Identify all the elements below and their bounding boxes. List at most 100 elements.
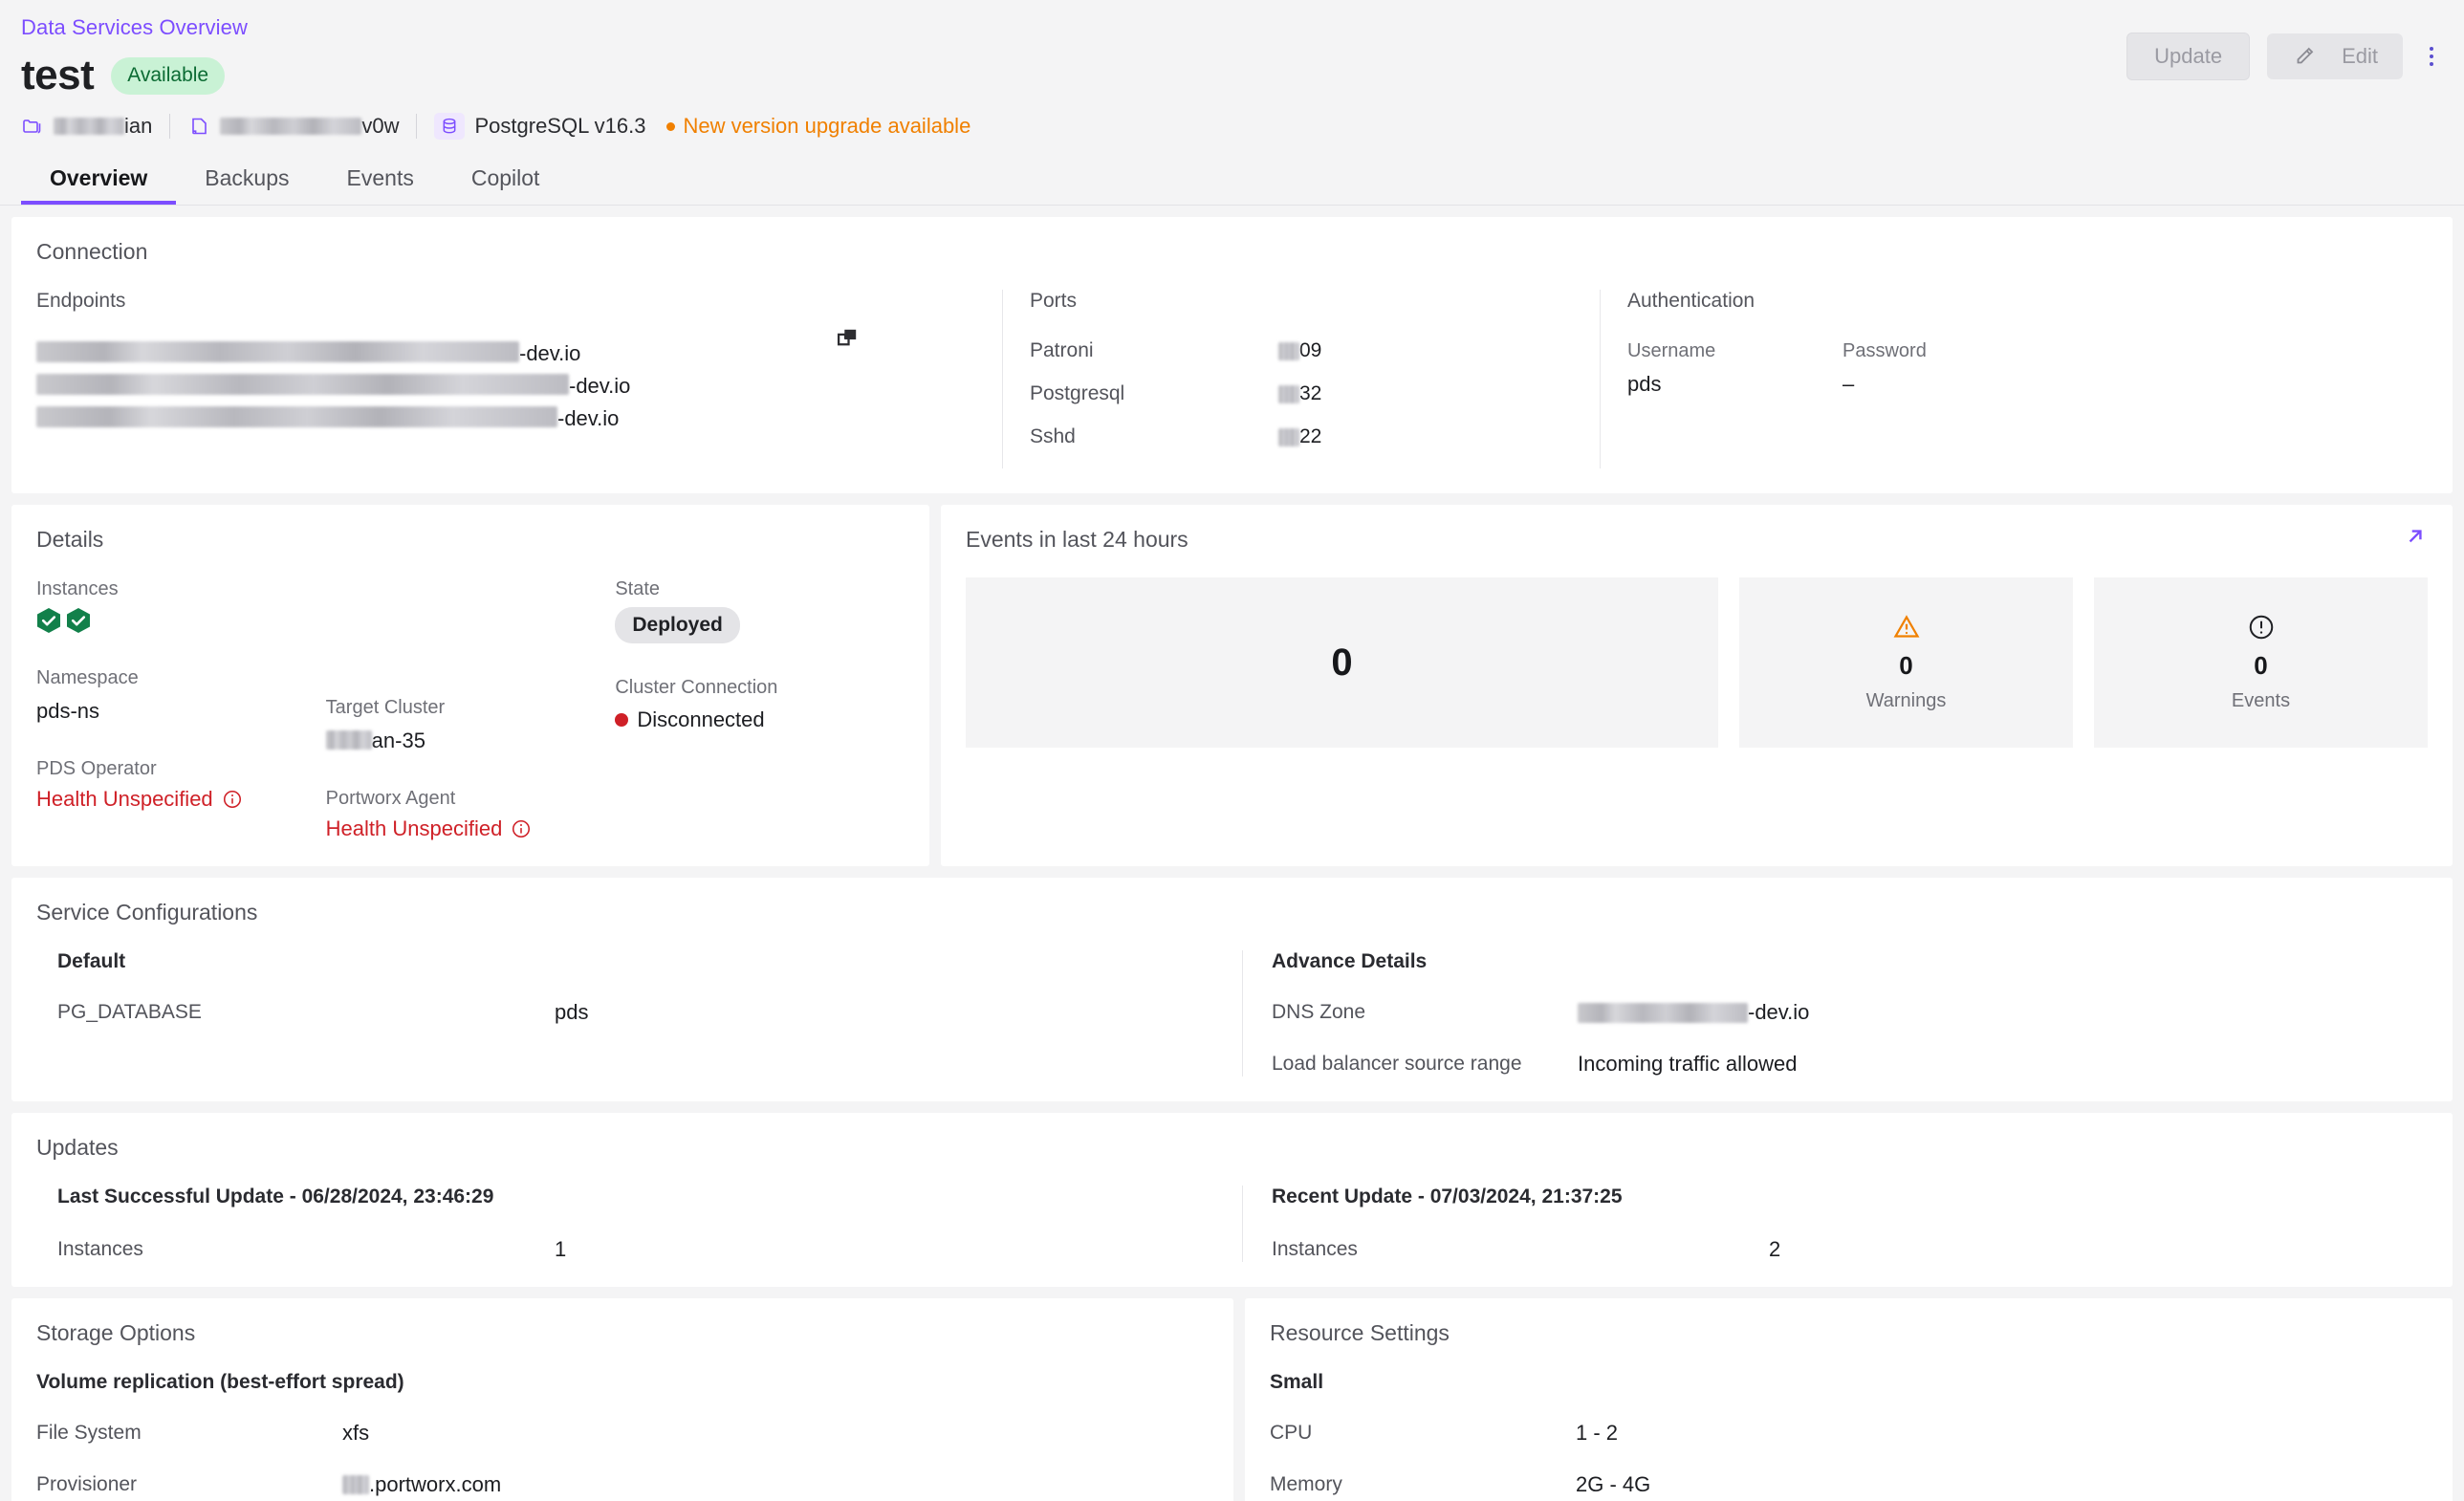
dns-zone-redaction — [1578, 1002, 1748, 1023]
port-value: 22 — [1278, 425, 1321, 448]
upgrade-dot-icon — [666, 121, 676, 131]
tab-copilot[interactable]: Copilot — [443, 155, 569, 205]
events-events-label: Events — [2231, 690, 2291, 711]
portworx-agent-block: Portworx Agent Health Unspecified — [326, 787, 616, 841]
port-row: Sshd 22 — [1030, 425, 1600, 448]
meta-deployment[interactable]: v0w — [187, 114, 399, 139]
config-key: PG_DATABASE — [57, 1001, 202, 1023]
storage-resources-row: Storage Options Volume replication (best… — [11, 1298, 2453, 1501]
port-name: Postgresql — [1030, 382, 1125, 404]
portworx-agent-label: Portworx Agent — [325, 788, 456, 809]
storage-key: File System — [36, 1422, 142, 1444]
endpoint-suffix: -dev.io — [519, 341, 581, 365]
recent-update-label: Recent Update - 07/03/2024, 21:37:25 — [1272, 1186, 1623, 1207]
instance-healthy-icon — [37, 608, 60, 633]
details-title: Details — [36, 527, 104, 552]
meta-divider-2 — [416, 114, 418, 139]
disconnected-dot-icon — [615, 713, 629, 727]
endpoint-suffix: -dev.io — [557, 406, 620, 430]
resource-key: CPU — [1270, 1422, 1313, 1444]
copy-icon — [837, 329, 857, 346]
endpoints-column: Endpoints -dev.io -dev.io -dev.io — [36, 290, 1002, 468]
storage-value: .portworx.com — [342, 1472, 501, 1497]
resource-row: Memory 2G - 4G — [1270, 1472, 2428, 1497]
port-redaction — [1278, 384, 1299, 403]
endpoint-redaction — [36, 406, 557, 427]
dns-zone-label: DNS Zone — [1272, 1001, 1366, 1023]
events-warnings-tile: 0 Warnings — [1739, 577, 2073, 748]
status-badge: Available — [111, 56, 226, 95]
port-value: 09 — [1278, 339, 1321, 362]
dns-zone-value: -dev.io — [1578, 1000, 1809, 1025]
config-row: Load balancer source range Incoming traf… — [1272, 1052, 2428, 1077]
provisioner-suffix: .portworx.com — [369, 1472, 502, 1496]
connection-title: Connection — [36, 239, 148, 264]
tab-backups[interactable]: Backups — [176, 155, 317, 205]
storage-options-title: Storage Options — [36, 1320, 196, 1345]
resource-settings-title: Resource Settings — [1270, 1320, 1450, 1345]
folder-icon — [21, 115, 44, 138]
meta-project[interactable]: ian — [21, 114, 152, 139]
events-warnings-count: 0 — [1899, 651, 1913, 680]
update-key: Instances — [57, 1238, 143, 1260]
open-events-link[interactable] — [2403, 524, 2428, 554]
info-icon — [223, 790, 241, 809]
resource-meta: ian v0w PostgreSQL v16.3 New version upg… — [21, 113, 2443, 140]
events-events-tile: 0 Events — [2094, 577, 2428, 748]
portworx-agent-health: Health Unspecified — [326, 816, 616, 841]
breadcrumb[interactable]: Data Services Overview — [21, 13, 2443, 42]
service-config-default-column: Default PG_DATABASE pds — [36, 950, 1242, 1077]
namespace-label: Namespace — [36, 667, 139, 688]
details-column-3: State Deployed Cluster Connection Discon… — [615, 577, 905, 841]
tab-events[interactable]: Events — [318, 155, 443, 205]
details-events-row: Details Instances Namespace pds-ns PDS O… — [11, 505, 2453, 878]
upgrade-notice[interactable]: New version upgrade available — [666, 114, 970, 139]
storage-options-subtitle: Volume replication (best-effort spread) — [36, 1371, 404, 1393]
update-row: Instances 1 — [57, 1237, 1213, 1262]
port-value: 32 — [1278, 382, 1321, 405]
update-key: Instances — [1272, 1238, 1358, 1260]
state-value: Deployed — [615, 607, 740, 643]
password-value: – — [1843, 372, 1855, 396]
edit-button[interactable]: Edit — [2267, 33, 2403, 79]
instance-health-icons — [36, 607, 326, 634]
config-row: PG_DATABASE pds — [57, 1000, 1213, 1025]
details-card: Details Instances Namespace pds-ns PDS O… — [11, 505, 929, 866]
app-root: Data Services Overview test Available ia… — [0, 0, 2464, 1501]
updates-card: Updates Last Successful Update - 06/28/2… — [11, 1113, 2453, 1287]
storage-options-card: Storage Options Volume replication (best… — [11, 1298, 1233, 1501]
spacer-block — [326, 577, 616, 663]
update-button[interactable]: Update — [2126, 33, 2251, 80]
pds-operator-label: PDS Operator — [36, 758, 157, 779]
target-cluster-redaction — [325, 730, 372, 750]
authentication-column: Authentication Username pds Password – — [1600, 290, 2428, 468]
more-options-icon[interactable] — [2420, 39, 2443, 74]
storage-row: File System xfs — [36, 1421, 1209, 1446]
tab-overview[interactable]: Overview — [21, 155, 176, 205]
target-cluster-block: Target Cluster an-35 — [325, 696, 616, 754]
title-row: test Available — [21, 52, 2443, 99]
ports-label: Ports — [1030, 290, 1078, 312]
project-redaction — [54, 118, 124, 135]
overview-content: Connection Endpoints -dev.io -dev.io -de… — [0, 206, 2464, 1501]
updates-title: Updates — [36, 1135, 119, 1160]
database-icon — [434, 113, 466, 140]
portworx-agent-value: Health Unspecified — [325, 816, 503, 840]
pencil-icon — [2292, 44, 2317, 69]
copy-endpoints-button[interactable] — [835, 326, 860, 356]
storage-key: Provisioner — [36, 1473, 138, 1495]
page-header: Data Services Overview test Available ia… — [0, 0, 2464, 140]
lb-source-range-value: Incoming traffic allowed — [1578, 1052, 1798, 1076]
cluster-connection-status: Disconnected — [615, 707, 905, 732]
cluster-connection-label: Cluster Connection — [615, 677, 778, 698]
details-column-1: Instances Namespace pds-ns PDS Operator … — [36, 577, 326, 841]
port-name: Patroni — [1030, 339, 1094, 361]
endpoints-label: Endpoints — [36, 290, 126, 312]
default-label: Default — [57, 950, 126, 972]
events-metrics: 0 0 Warnings 0 Events — [966, 577, 2428, 748]
endpoint-row: -dev.io — [36, 404, 979, 432]
lb-source-range-label: Load balancer source range — [1272, 1053, 1522, 1075]
pds-operator-health: Health Unspecified — [36, 787, 326, 812]
meta-divider-1 — [169, 114, 171, 139]
events-total-tile: 0 — [966, 577, 1718, 748]
